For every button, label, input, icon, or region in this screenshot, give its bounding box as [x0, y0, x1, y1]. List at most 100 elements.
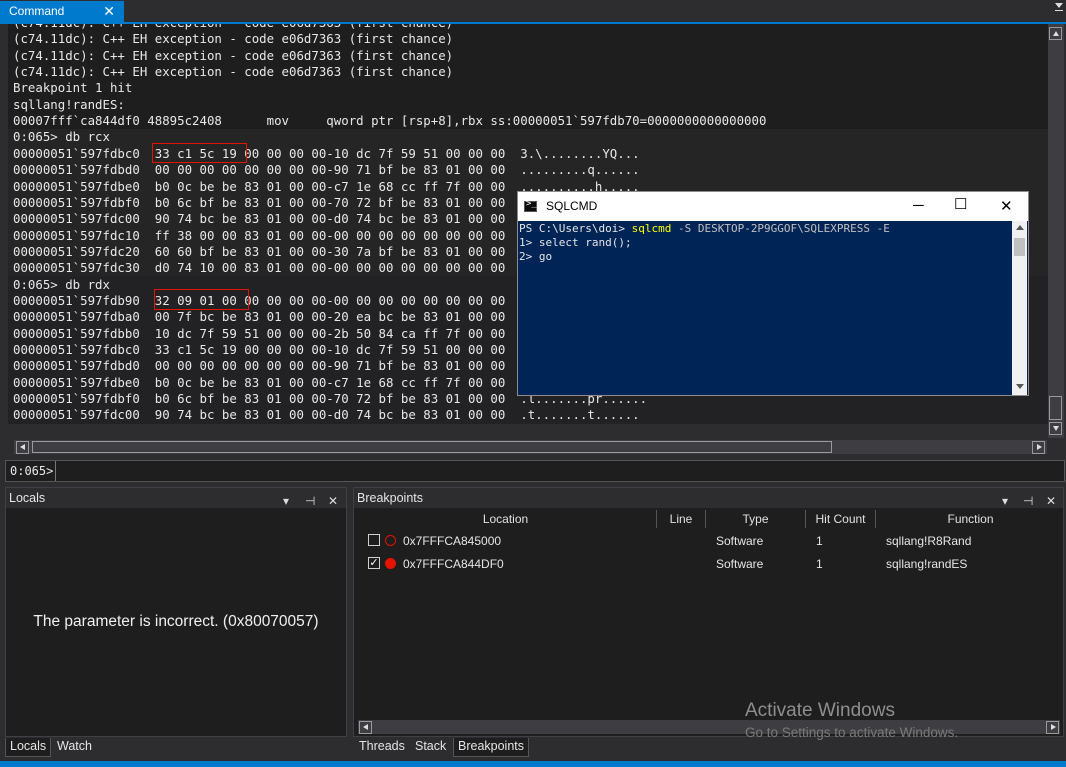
output-line: 0:065> db rcx: [13, 129, 110, 145]
scroll-thumb-horizontal[interactable]: [32, 441, 832, 453]
tab-breakpoints[interactable]: Breakpoints: [453, 738, 530, 757]
close-icon[interactable]: ✕: [103, 1, 115, 22]
output-line: 00000051`597fdbd0 00 00 00 00 00 00 00 0…: [13, 358, 506, 374]
output-line: Breakpoint 1 hit: [13, 80, 133, 96]
sqlcmd-title: SQLCMD: [546, 199, 598, 213]
breakpoint-enable-checkbox[interactable]: [368, 534, 380, 546]
output-line: 00000051`597fdbf0 b0 6c bf be 83 01 00 0…: [13, 194, 506, 210]
arrow-left-icon: [363, 724, 368, 730]
output-line: (c74.11dc): C++ EH exception - code e06d…: [13, 64, 454, 80]
column-header-hit-count[interactable]: Hit Count: [806, 510, 876, 528]
tab-locals[interactable]: Locals: [5, 738, 52, 757]
output-line: 00000051`597fdc00 90 74 bc be 83 01 00 0…: [13, 407, 640, 423]
highlight-rdx-bytes: [154, 289, 249, 310]
output-line: 00000051`597fdc10 ff 38 00 00 83 01 00 0…: [13, 227, 506, 243]
arrow-right-icon: [1037, 444, 1042, 450]
output-line: (c74.11dc): C++ EH exception - code e06d…: [13, 47, 454, 63]
tab-threads[interactable]: Threads: [355, 738, 409, 757]
command-tabstrip: Command ✕: [0, 0, 1066, 24]
scroll-right-button[interactable]: [1032, 441, 1045, 454]
output-line: 0:065> db rdx: [13, 276, 110, 292]
breakpoints-title: Breakpoints: [357, 491, 424, 505]
breakpoint-type: Software: [716, 534, 764, 548]
breakpoint-enable-checkbox[interactable]: ✓: [368, 557, 380, 569]
output-vertical-scrollbar[interactable]: [1048, 24, 1064, 438]
chevron-down-icon[interactable]: ▾: [283, 491, 289, 511]
scroll-thumb[interactable]: [1049, 396, 1062, 420]
breakpoint-hit-count: 1: [816, 557, 823, 571]
sqlcmd-window[interactable]: >_ SQLCMD ─ ☐ ✕ PS C:\Users\doi> sqlcmd …: [517, 191, 1029, 396]
close-icon[interactable]: ✕: [1046, 491, 1056, 511]
arrow-up-icon[interactable]: [1016, 225, 1024, 230]
arrow-left-icon: [20, 444, 25, 450]
output-line: (c74.11dc): C++ EH exception - code e06d…: [13, 31, 454, 47]
tab-command[interactable]: Command ✕: [0, 1, 124, 22]
activation-watermark-title: Activate Windows: [745, 700, 895, 721]
console-line: 1> select rand();: [519, 236, 632, 249]
output-line: 00000051`597fdb90 32 09 01 00 00 00 00 0…: [13, 292, 506, 308]
breakpoint-filled-icon: [385, 558, 396, 569]
scroll-up-button[interactable]: [1049, 27, 1062, 40]
tab-command-label: Command: [9, 4, 65, 18]
column-header-line[interactable]: Line: [657, 510, 706, 528]
output-line: 00000051`597fdbd0 00 00 00 00 00 00 00 0…: [13, 162, 640, 178]
status-bar: [0, 761, 1066, 767]
column-header-type[interactable]: Type: [706, 510, 806, 528]
breakpoints-panel: Breakpoints ▾ ⊣ ✕ Location Line Type Hit…: [353, 487, 1064, 737]
output-line: (c74.11dc): C++ EH exception - code e06d…: [13, 24, 453, 31]
output-line: 00000051`597fdc30 d0 74 10 00 83 01 00 0…: [13, 260, 506, 276]
arrow-down-icon[interactable]: [1016, 384, 1024, 389]
terminal-icon: >_: [524, 199, 537, 212]
sqlcmd-console[interactable]: PS C:\Users\doi> sqlcmd -S DESKTOP-2P9GG…: [518, 221, 1012, 395]
column-header-location[interactable]: Location: [355, 510, 657, 528]
window-menu-icon[interactable]: [1055, 3, 1063, 8]
output-line: sqllang!randES:: [13, 96, 125, 112]
scroll-left-button[interactable]: [359, 721, 372, 734]
arrow-down-icon: [1053, 426, 1059, 431]
minimize-icon[interactable]: ─: [913, 197, 924, 214]
console-prompt: PS C:\Users\doi>: [519, 222, 632, 235]
activation-watermark-subtitle: Go to Settings to activate Windows.: [745, 725, 959, 740]
breakpoint-function: sqllang!R8Rand: [886, 534, 972, 548]
terminal-icon-glyph: >_: [526, 199, 537, 209]
arrow-up-icon: [1053, 31, 1059, 36]
chevron-down-icon[interactable]: ▾: [1002, 491, 1008, 511]
close-icon[interactable]: ✕: [328, 491, 338, 511]
console-command: sqlcmd: [631, 222, 672, 235]
tab-stack[interactable]: Stack: [411, 738, 450, 757]
breakpoint-location: 0x7FFFCA844DF0: [403, 557, 504, 571]
breakpoint-location: 0x7FFFCA845000: [403, 534, 502, 548]
locals-title: Locals: [9, 491, 46, 505]
scroll-left-button[interactable]: [16, 441, 29, 454]
close-icon[interactable]: ✕: [1000, 197, 1013, 215]
command-input-row[interactable]: 0:065>: [5, 460, 1065, 482]
prompt-divider: [55, 461, 56, 481]
window-menu-bar: [1055, 10, 1063, 11]
breakpoint-hollow-icon: [385, 535, 396, 546]
locals-error-message: The parameter is incorrect. (0x80070057): [33, 613, 319, 630]
console-line: 2> go: [519, 250, 553, 263]
scroll-down-button[interactable]: [1049, 422, 1062, 435]
pin-icon[interactable]: ⊣: [305, 491, 315, 511]
output-line: 00000051`597fdbc0 33 c1 5c 19 00 00 00 0…: [13, 145, 640, 161]
output-horizontal-scrollbar[interactable]: [14, 440, 1047, 454]
output-line: 00000051`597fdbc0 33 c1 5c 19 00 00 00 0…: [13, 342, 506, 357]
console-arguments: -S DESKTOP-2P9GGOF\SQLEXPRESS -E: [671, 222, 890, 235]
pin-icon[interactable]: ⊣: [1023, 491, 1033, 511]
scroll-thumb[interactable]: [1014, 238, 1025, 256]
locals-panel: Locals ▾ ⊣ ✕ The parameter is incorrect.…: [5, 487, 347, 737]
breakpoints-title-bar: Breakpoints ▾ ⊣ ✕: [354, 488, 1063, 508]
console-line: PS C:\Users\doi> sqlcmd -S DESKTOP-2P9GG…: [519, 222, 890, 236]
column-header-function[interactable]: Function: [876, 510, 1065, 528]
tab-watch[interactable]: Watch: [53, 738, 96, 757]
arrow-right-icon: [1051, 724, 1056, 730]
output-line: 00000051`597fdbe0 b0 0c be be 83 01 00 0…: [13, 374, 506, 390]
scroll-right-button[interactable]: [1046, 721, 1059, 734]
command-prompt: 0:065>: [10, 464, 54, 478]
sqlcmd-title-bar[interactable]: >_ SQLCMD ─ ☐ ✕: [518, 192, 1028, 221]
sqlcmd-vertical-scrollbar[interactable]: [1012, 221, 1027, 395]
breakpoint-function: sqllang!randES: [886, 557, 968, 571]
output-line: 00000051`597fdbb0 10 dc 7f 59 51 00 00 0…: [13, 325, 506, 341]
maximize-icon[interactable]: ☐: [954, 195, 967, 213]
breakpoint-hit-count: 1: [816, 534, 823, 548]
